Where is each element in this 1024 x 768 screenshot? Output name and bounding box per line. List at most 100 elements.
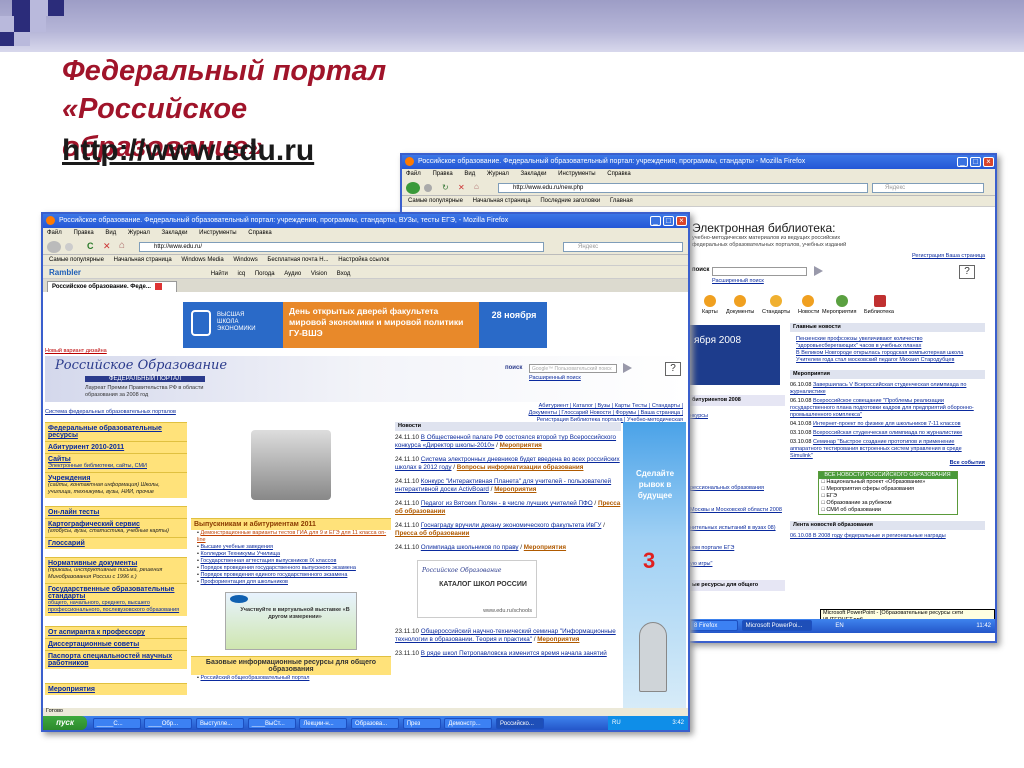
nav-passports[interactable]: Паспорта специальностей научных работник… <box>45 650 187 669</box>
taskbar-button[interactable]: 8 Firefox <box>690 620 738 631</box>
bookmark-item[interactable]: Главная <box>610 198 633 204</box>
menu-view[interactable]: Вид <box>105 230 116 236</box>
intel-ad[interactable]: Участвуйте в виртуальной выставке «В дру… <box>225 592 357 650</box>
taskbar-button[interactable]: Лекции-н... <box>299 718 348 729</box>
rambler-find-button[interactable]: Найти <box>211 271 228 277</box>
taskbar-button[interactable]: Выступле... <box>196 718 245 729</box>
reload-icon[interactable]: ↻ <box>442 183 449 192</box>
minimize-button[interactable]: _ <box>650 216 661 226</box>
abit-item[interactable]: • Профориентация для школьников <box>191 579 391 586</box>
advanced-search-link[interactable]: Расширенный поиск <box>712 278 764 285</box>
subscribe-option[interactable]: □ СМИ об образовании <box>819 507 957 514</box>
close-tab-icon[interactable] <box>154 282 162 290</box>
nav-events[interactable]: Мероприятия <box>45 683 187 695</box>
forward-arrow-icon[interactable] <box>424 184 432 192</box>
feed-item[interactable]: 06.10.08 В 2008 году федеральные и регио… <box>790 533 985 540</box>
abit-item[interactable]: • Порядок проведения единого государстве… <box>191 572 391 579</box>
abit-item[interactable]: • Демонстрационные варианты тестов ГИА д… <box>191 530 391 544</box>
bookmark-item[interactable]: Windows <box>233 257 257 263</box>
stop-icon[interactable]: ✕ <box>458 183 465 192</box>
menu-view[interactable]: Вид <box>464 171 475 177</box>
taskbar-button[interactable]: Российско... <box>496 718 545 729</box>
home-icon[interactable]: ⌂ <box>474 182 479 191</box>
menu-tools[interactable]: Инструменты <box>558 171 595 177</box>
taskbar-button[interactable]: _____C... <box>92 718 141 729</box>
vision-button[interactable]: Vision <box>311 271 327 277</box>
home-icon[interactable]: ⌂ <box>119 240 125 251</box>
nav-sites[interactable]: Сайты Электронные библиотеки, сайты, СМИ <box>45 453 187 472</box>
menu-file[interactable]: Файл <box>47 230 62 236</box>
close-button[interactable]: × <box>676 216 687 226</box>
left-link[interactable]: ую игры" <box>690 561 712 568</box>
menu-history[interactable]: Журнал <box>487 171 509 177</box>
search-go-icon[interactable] <box>814 266 823 276</box>
taskbar-button[interactable]: ____ВыСт... <box>247 718 296 729</box>
catalog-banner[interactable]: Российское Образование КАТАЛОГ ШКОЛ РОСС… <box>417 560 537 618</box>
back-arrow-icon[interactable] <box>406 182 420 194</box>
library-icon[interactable] <box>874 295 886 307</box>
minimize-button[interactable]: _ <box>957 157 968 167</box>
menu-bookmarks[interactable]: Закладки <box>162 230 188 236</box>
help-icon[interactable]: ? <box>959 265 975 279</box>
documents-icon[interactable] <box>734 295 746 307</box>
events-icon[interactable] <box>836 295 848 307</box>
bookmark-item[interactable]: Бесплатная почта H... <box>267 257 328 263</box>
nav-federal-resources[interactable]: Федеральные образовательные ресурсы <box>45 422 187 441</box>
standards-icon[interactable] <box>770 295 782 307</box>
login-button[interactable]: Вход <box>337 271 351 277</box>
back-search-box[interactable]: Яндекс <box>872 183 984 193</box>
close-button[interactable]: × <box>983 157 994 167</box>
abit-item[interactable]: • Порядок проведения государственного вы… <box>191 565 391 572</box>
bookmark-item[interactable]: Начальная страница <box>114 257 172 263</box>
nav-standards[interactable]: Государственные образовательные стандарт… <box>45 583 187 616</box>
menu-file[interactable]: Файл <box>406 171 421 177</box>
left-link[interactable]: рессиональных образования <box>690 485 764 492</box>
bookmark-item[interactable]: Настройка ссылок <box>338 257 389 263</box>
taskbar-button[interactable]: През <box>402 718 441 729</box>
forward-arrow-icon[interactable] <box>65 243 73 251</box>
help-icon[interactable]: ? <box>665 362 681 376</box>
weather-button[interactable]: Погода <box>255 271 275 277</box>
start-button[interactable]: пуск <box>43 716 87 730</box>
hse-banner[interactable]: ВЫСШАЯ ШКОЛА ЭКОНОМИКИ День открытых две… <box>183 302 547 348</box>
subscribe-option[interactable]: □ Образование за рубежом <box>819 500 957 507</box>
left-link[interactable]: Москвы и Московской области 2008 <box>690 507 785 514</box>
left-link[interactable]: ном портале ЕГЭ <box>690 545 734 552</box>
front-address-bar[interactable]: http://www.edu.ru/ <box>139 242 544 252</box>
back-arrow-icon[interactable] <box>47 241 61 253</box>
menu-edit[interactable]: Правка <box>432 171 452 177</box>
design-toggle-link[interactable]: Новый вариант дизайна <box>45 348 107 355</box>
back-address-bar[interactable]: http://www.edu.ru/new.php <box>498 183 868 193</box>
main-news-item[interactable]: В Великом Новгороде открылась городская … <box>790 350 985 357</box>
news-icon[interactable] <box>802 295 814 307</box>
taskbar-button[interactable]: ____Обр... <box>144 718 193 729</box>
nav-online-tests[interactable]: Он-лайн тесты <box>45 506 187 518</box>
subscribe-option[interactable]: □ Мероприятия сферы образования <box>819 486 957 493</box>
menu-tools[interactable]: Инструменты <box>199 230 236 236</box>
stop-icon[interactable]: ✕ <box>103 241 111 252</box>
advanced-search-link[interactable]: Расширенный поиск <box>529 375 581 382</box>
back-portal-search-input[interactable] <box>712 267 807 276</box>
audio-button[interactable]: Аудио <box>284 271 301 277</box>
menu-help[interactable]: Справка <box>607 171 631 177</box>
nav-docs[interactable]: Нормативные документы (приказы, инструкти… <box>45 557 187 583</box>
search-go-icon[interactable] <box>623 363 632 373</box>
portal-search-input[interactable]: Google™ Пользовательский поиск <box>529 364 617 373</box>
nav-institutions[interactable]: Учреждения (сайты, контактная информация)… <box>45 472 187 498</box>
nav-postgrad[interactable]: От аспиранта к профессору <box>45 626 187 638</box>
slide-url[interactable]: http://www.edu.ru <box>62 134 314 168</box>
main-news-item[interactable]: Учителем года стал московский педагог Ми… <box>790 357 985 364</box>
lang-indicator[interactable]: EN <box>835 623 843 629</box>
bookmark-item[interactable]: Самые популярные <box>49 257 104 263</box>
icq-button[interactable]: icq <box>237 271 245 277</box>
base-item[interactable]: • Российский общеобразовательный портал <box>191 675 391 682</box>
nav-glossary[interactable]: Глоссарий <box>45 537 187 549</box>
taskbar-button[interactable]: Microsoft PowerPoi... <box>741 620 812 631</box>
front-search-box[interactable]: Яндекс <box>563 242 683 252</box>
abit-item[interactable]: • Государственная аттестация выпускников… <box>191 558 391 565</box>
nav-abiturient[interactable]: Абитуриент 2010-2011 <box>45 441 187 453</box>
abit-item[interactable]: • Колледжи Техникумы Училища <box>191 551 391 558</box>
nav-maps[interactable]: Картографический сервис (глобусы, вузы, с… <box>45 518 187 537</box>
left-link[interactable]: нкурсы <box>690 413 708 420</box>
bookmark-item[interactable]: Windows Media <box>181 257 223 263</box>
